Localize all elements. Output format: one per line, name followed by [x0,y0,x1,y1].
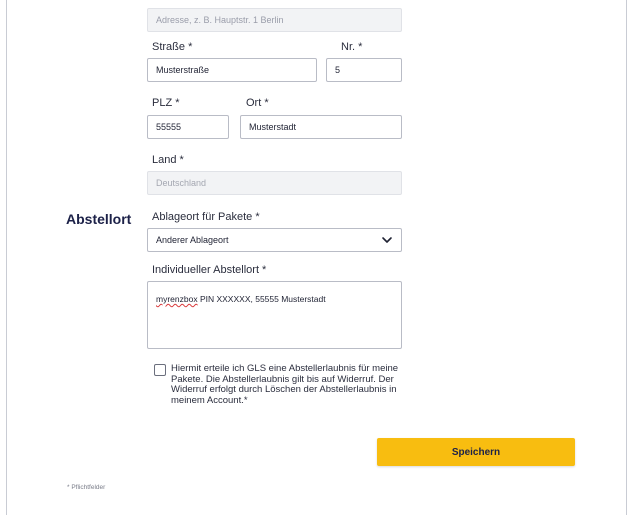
number-label: Nr. * [341,41,363,53]
drop-off-place-select[interactable]: Anderer Ablageort [147,228,402,252]
consent-checkbox[interactable] [154,364,166,376]
drop-off-place-label: Ablageort für Pakete * [152,211,260,223]
street-label: Straße * [152,41,193,53]
panel-border [6,0,7,515]
street-field[interactable]: Musterstraße [147,58,317,82]
custom-place-label: Individueller Abstellort * [152,264,267,276]
custom-place-textarea[interactable]: myrenzbox PIN XXXXXX, 55555 Musterstadt [147,281,402,349]
city-label: Ort * [246,97,269,109]
city-field[interactable]: Musterstadt [240,115,402,139]
zip-field[interactable]: 55555 [147,115,229,139]
zip-label: PLZ * [152,97,180,109]
save-button[interactable]: Speichern [377,438,575,466]
custom-place-text-word: myrenzbox [156,294,198,304]
address-search-input[interactable]: Adresse, z. B. Hauptstr. 1 Berlin [147,8,402,32]
chevron-down-icon [382,237,392,243]
number-field[interactable]: 5 [326,58,402,82]
drop-off-place-value: Anderer Ablageort [156,235,229,245]
consent-text: Hiermit erteile ich GLS eine Abstellerla… [171,363,399,406]
panel-border [626,0,627,515]
section-title-drop-off: Abstellort [66,211,132,227]
country-field: Deutschland [147,171,402,195]
required-fields-note: * Pflichtfelder [67,484,106,491]
country-label: Land * [152,154,184,166]
custom-place-text: PIN XXXXXX, 55555 Musterstadt [197,294,326,304]
